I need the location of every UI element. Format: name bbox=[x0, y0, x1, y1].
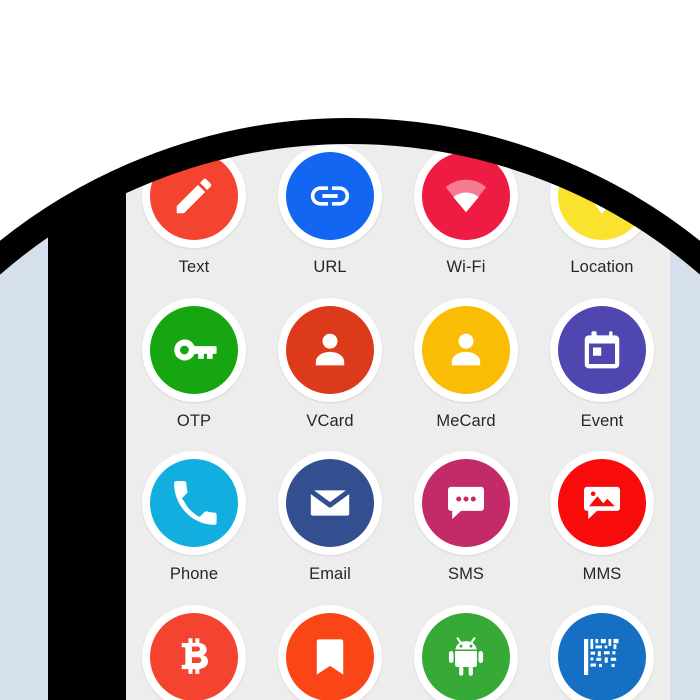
icon-tile-otp[interactable]: OTP bbox=[126, 297, 262, 430]
map-pin-icon bbox=[589, 177, 615, 214]
person-icon bbox=[451, 333, 481, 365]
icon-tile-label: MMS bbox=[582, 565, 622, 583]
icon-tile-text[interactable]: Text bbox=[126, 144, 262, 276]
screenshot-stage: Text URL Wi-Fi Location OTP VCard MeCard Event P… bbox=[0, 0, 700, 700]
icon-disc bbox=[150, 152, 238, 240]
icon-disc bbox=[558, 305, 646, 394]
phone-icon bbox=[174, 481, 217, 525]
icon-disc bbox=[558, 612, 646, 700]
icon-ring bbox=[142, 297, 246, 402]
icon-tile-event[interactable]: Event bbox=[534, 297, 670, 430]
icon-tile-label: OTP bbox=[176, 411, 212, 430]
icon-tile-label: URL bbox=[313, 258, 347, 276]
device-frame: Text URL Wi-Fi Location OTP VCard MeCard Event P… bbox=[48, 46, 670, 700]
icon-disc bbox=[286, 612, 374, 700]
icon-disc bbox=[558, 152, 646, 240]
calendar-icon bbox=[584, 330, 620, 368]
icon-tile-url[interactable]: URL bbox=[262, 144, 398, 276]
icon-ring bbox=[414, 451, 518, 555]
link-icon bbox=[310, 186, 350, 206]
icon-disc bbox=[150, 459, 238, 547]
bookmark-icon bbox=[316, 638, 344, 675]
android-icon bbox=[448, 636, 484, 676]
icon-tile-sms[interactable]: SMS bbox=[398, 451, 534, 583]
icon-tile-label: Wi-Fi bbox=[446, 258, 486, 276]
icon-disc bbox=[558, 459, 646, 547]
icon-tile-mecard[interactable]: MeCard bbox=[398, 297, 534, 430]
icon-ring bbox=[278, 604, 382, 700]
icon-disc bbox=[150, 305, 238, 394]
icon-ring bbox=[278, 451, 382, 555]
icon-tile-label: Email bbox=[309, 565, 351, 583]
icon-disc bbox=[422, 152, 510, 240]
icon-ring bbox=[278, 297, 382, 402]
icon-disc bbox=[150, 612, 238, 700]
wifi-icon bbox=[445, 179, 487, 213]
icon-ring bbox=[550, 451, 654, 555]
icon-tile-label: Event bbox=[580, 411, 624, 430]
photo-bubble-icon bbox=[583, 486, 621, 520]
icon-disc bbox=[286, 152, 374, 240]
icon-ring bbox=[414, 604, 518, 700]
icon-tile-bookmark[interactable] bbox=[262, 604, 398, 700]
icon-tile-mms[interactable]: MMS bbox=[534, 451, 670, 583]
icon-grid: Text URL Wi-Fi Location OTP VCard MeCard Event P… bbox=[126, 144, 670, 700]
icon-ring bbox=[550, 297, 654, 402]
qr-code-icon bbox=[583, 638, 619, 675]
icon-ring bbox=[550, 604, 654, 700]
icon-tile-label: SMS bbox=[447, 565, 485, 583]
icon-ring bbox=[278, 144, 382, 248]
icon-disc bbox=[286, 305, 374, 394]
icon-tile-android[interactable] bbox=[398, 604, 534, 700]
icon-disc bbox=[422, 305, 510, 394]
device-screen: Text URL Wi-Fi Location OTP VCard MeCard Event P… bbox=[126, 122, 670, 700]
icon-tile-phone[interactable]: Phone bbox=[126, 451, 262, 583]
icon-ring bbox=[414, 297, 518, 402]
icon-disc bbox=[422, 612, 510, 700]
icon-tile-label: Phone bbox=[169, 565, 219, 583]
icon-tile-bitcoin[interactable] bbox=[126, 604, 262, 700]
icon-tile-label: MeCard bbox=[436, 411, 496, 430]
icon-tile-label: VCard bbox=[306, 411, 354, 430]
bitcoin-icon bbox=[181, 637, 208, 674]
icon-tile-vcard[interactable]: VCard bbox=[262, 297, 398, 430]
icon-ring bbox=[414, 144, 518, 248]
icon-tile-label: Text bbox=[178, 258, 210, 276]
icon-disc bbox=[422, 459, 510, 547]
icon-tile-label: Location bbox=[570, 258, 634, 276]
person-icon bbox=[315, 333, 345, 365]
icon-tile-location[interactable]: Location bbox=[534, 144, 670, 276]
key-icon bbox=[174, 338, 217, 361]
envelope-icon bbox=[309, 489, 351, 516]
chat-bubble-icon bbox=[447, 486, 485, 520]
icon-tile-wi-fi[interactable]: Wi-Fi bbox=[398, 144, 534, 276]
icon-ring bbox=[142, 451, 246, 555]
icon-ring bbox=[142, 604, 246, 700]
icon-ring bbox=[142, 144, 246, 248]
icon-disc bbox=[286, 459, 374, 547]
pencil-icon bbox=[176, 178, 212, 214]
icon-ring bbox=[550, 144, 654, 248]
icon-tile-qr-code[interactable] bbox=[534, 604, 670, 700]
icon-tile-email[interactable]: Email bbox=[262, 451, 398, 583]
